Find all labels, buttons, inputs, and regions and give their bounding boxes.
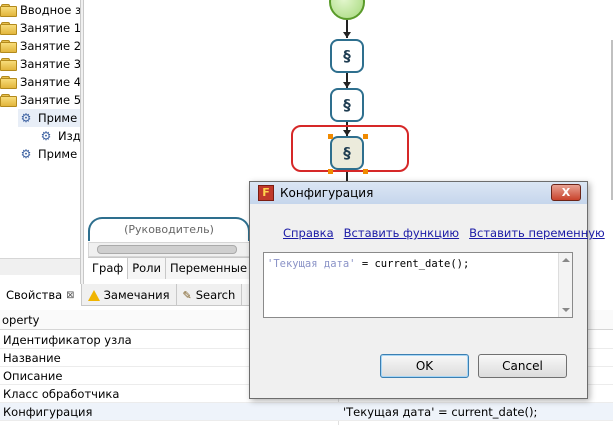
script-task-node[interactable]: § (330, 88, 364, 122)
dialog-title: Конфигурация (280, 186, 374, 200)
process-node-icon: ⚙ (20, 111, 32, 125)
folder-icon (0, 76, 17, 89)
arrow-icon (343, 32, 351, 38)
start-event[interactable] (329, 0, 365, 20)
tab-variables[interactable]: Переменные (166, 258, 253, 279)
tree-item-lesson-4[interactable]: Занятие 4 (0, 73, 80, 91)
selection-handle[interactable] (363, 169, 368, 174)
tab-problems-label: Замечания (103, 288, 170, 302)
tab-properties[interactable]: Свойства ⊠ (0, 284, 82, 306)
editor-tabbar: Граф Роли Переменные Т (88, 257, 269, 279)
table-row[interactable]: Конфигурация 'Текущая дата' = current_da… (0, 403, 613, 421)
tree-item-label: Вводное за (20, 3, 80, 17)
tree-item-example-2[interactable]: ⚙ Приме (18, 145, 78, 163)
tree-item-label: Изд (58, 129, 80, 143)
ok-button[interactable]: OK (380, 354, 469, 378)
property-name: Название (3, 351, 61, 365)
tree-item-label: Приме (38, 111, 78, 125)
tab-graph[interactable]: Граф (88, 258, 129, 279)
tree-item-sub[interactable]: ⚙ Изд (38, 127, 80, 145)
selected-script-task-node[interactable]: § (330, 136, 364, 170)
dialog-titlebar[interactable]: F Конфигурация X (250, 182, 587, 204)
help-link[interactable]: Справка (283, 226, 334, 240)
tree-item-lesson-5[interactable]: Занятие 5 (0, 91, 80, 109)
property-name: Класс обработчика (3, 387, 120, 401)
tree-item-label: Занятие 4 (20, 75, 80, 89)
insert-function-link[interactable]: Вставить функцию (344, 226, 459, 240)
tab-problems[interactable]: Замечания (82, 284, 177, 306)
tab-search[interactable]: ✎ Search (177, 284, 243, 306)
tree-item-label: Занятие 5 (20, 93, 80, 107)
property-name: Идентификатор узла (3, 333, 132, 347)
scrollbar-thumb[interactable] (97, 245, 237, 254)
tree-item-lesson-2[interactable]: Занятие 2 (0, 37, 80, 55)
selection-handle[interactable] (328, 134, 333, 139)
tab-properties-label: Свойства (6, 288, 63, 302)
tree-item-intro[interactable]: Вводное за (0, 1, 80, 19)
editor-scrollbar[interactable] (558, 253, 572, 317)
tree-item-example-1[interactable]: ⚙ Приме (18, 109, 80, 127)
search-icon: ✎ (182, 288, 192, 302)
tab-roles[interactable]: Роли (128, 258, 166, 279)
selection-handle[interactable] (363, 134, 368, 139)
tree-item-label: Занятие 1 (20, 21, 80, 35)
insert-variable-link[interactable]: Вставить переменную (469, 226, 605, 240)
tree-item-lesson-1[interactable]: Занятие 1 (0, 19, 80, 37)
process-tree: Вводное за Занятие 1 Занятие 2 Занятие 3… (0, 0, 80, 258)
tree-item-label: Занятие 2 (20, 39, 80, 53)
configuration-dialog: F Конфигурация X Справка Вставить функци… (249, 181, 605, 399)
tree-scrollbar[interactable] (0, 258, 80, 275)
folder-icon (0, 22, 17, 35)
configuration-editor[interactable]: 'Текущая дата' = current_date(); (263, 252, 573, 318)
property-name: Конфигурация (3, 405, 93, 419)
tree-item-lesson-3[interactable]: Занятие 3 (0, 55, 80, 73)
tab-search-label: Search (195, 288, 236, 302)
tree-item-label: Приме (38, 147, 78, 161)
code-text: = current_date(); (355, 258, 470, 270)
swimlane-header: (Руководитель) (88, 217, 250, 241)
process-node-icon: ⚙ (20, 147, 32, 161)
folder-icon (0, 40, 17, 53)
canvas-scrollbar[interactable] (88, 242, 250, 257)
scroll-up-icon[interactable] (562, 258, 570, 262)
script-icon: § (343, 47, 351, 65)
close-button[interactable]: X (551, 184, 581, 201)
folder-icon (0, 94, 17, 107)
dialog-links: Справка Вставить функцию Вставить переме… (283, 226, 605, 240)
selection-handle[interactable] (328, 169, 333, 174)
folder-icon (0, 58, 17, 71)
close-icon[interactable]: ⊠ (66, 290, 74, 301)
script-task-node[interactable]: § (330, 39, 364, 73)
property-name: Описание (3, 369, 63, 383)
scroll-down-icon[interactable] (562, 308, 570, 312)
folder-icon (0, 4, 17, 17)
view-tabbar: Свойства ⊠ Замечания ✎ Search (0, 284, 250, 306)
code-string: 'Текущая дата' (267, 258, 356, 270)
process-node-icon: ⚙ (40, 129, 52, 143)
script-icon: § (343, 96, 351, 114)
app-icon: F (258, 185, 274, 201)
cancel-button[interactable]: Cancel (478, 354, 567, 378)
script-icon: § (343, 144, 351, 162)
warning-icon (87, 289, 100, 301)
property-value: 'Текущая дата' = current_date(); (343, 405, 538, 419)
tree-item-label: Занятие 3 (20, 57, 80, 71)
